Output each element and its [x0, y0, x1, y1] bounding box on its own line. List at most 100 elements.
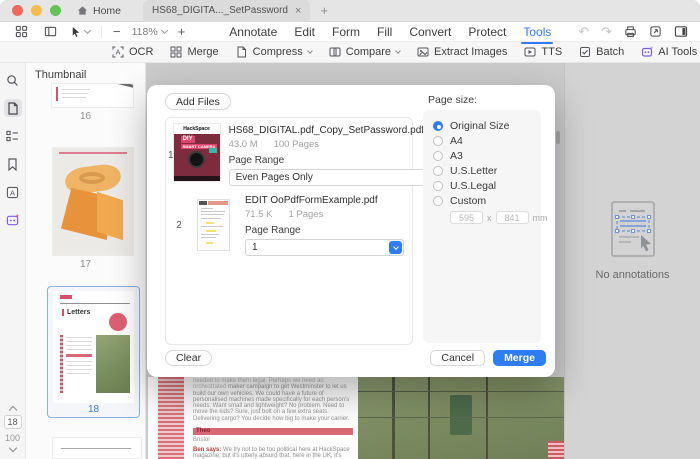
thumbnail-page-17-label: 17 [26, 259, 145, 270]
home-label: Home [93, 5, 121, 17]
file-1-page-range-select[interactable]: Even Pages Only [229, 169, 438, 186]
menu-tools[interactable]: Tools [523, 25, 551, 39]
ai-tools-button[interactable]: AI Tools [641, 46, 697, 58]
compare-button[interactable]: Compare [329, 46, 400, 58]
merge-tool-button[interactable]: Merge [170, 46, 218, 58]
thumbnail-page-16-label: 16 [26, 111, 145, 122]
tab-close-icon[interactable]: × [295, 5, 301, 17]
traffic-minimize-button[interactable] [31, 5, 42, 16]
grid-view-button[interactable] [12, 23, 30, 41]
page-up-icon[interactable] [8, 406, 16, 414]
merge-dialog: Add Files 1 HackSpace DIY SMART CAMERA [147, 85, 555, 377]
menu-convert[interactable]: Convert [409, 25, 451, 39]
share-icon[interactable] [649, 25, 662, 38]
zoom-level-dropdown[interactable]: 118% [132, 26, 167, 38]
cancel-button[interactable]: Cancel [430, 350, 485, 366]
custom-width-input[interactable] [450, 211, 483, 224]
file-2-page-range-label: Page Range [245, 225, 404, 236]
batch-button[interactable]: Batch [579, 46, 624, 58]
traffic-zoom-button[interactable] [50, 5, 61, 16]
radio-icon-selected[interactable] [433, 121, 443, 131]
menu-protect[interactable]: Protect [468, 25, 506, 39]
thumbnail-page-19[interactable] [53, 438, 141, 458]
app-window: Home HS68_DIGITA..._SetPassword × + − [0, 0, 700, 459]
merge-button[interactable]: Merge [493, 350, 546, 366]
ocr-button[interactable]: A OCR [112, 46, 153, 58]
file-row-2[interactable]: 2 [168, 194, 404, 256]
extract-images-button[interactable]: Extract Images [417, 46, 507, 58]
ai-assistant-panel-button[interactable] [4, 211, 22, 229]
merge-icon [170, 46, 182, 58]
left-icon-rail: A 18 100 [0, 63, 26, 459]
radio-a4[interactable]: A4 [433, 134, 541, 148]
radio-us-legal[interactable]: U.S.Legal [433, 179, 541, 193]
no-annotations-text: No annotations [596, 269, 670, 281]
traffic-close-button[interactable] [12, 5, 23, 16]
extract-images-icon [417, 46, 429, 58]
chevron-down-icon [395, 48, 401, 54]
undo-button[interactable]: ↶ [578, 24, 589, 40]
file-1-size: 43.0 M [229, 139, 258, 150]
menu-form[interactable]: Form [332, 25, 360, 39]
batch-icon [579, 46, 591, 58]
search-icon[interactable] [4, 71, 22, 89]
merge-file-list: 1 HackSpace DIY SMART CAMERA HS68_DIGITA… [165, 117, 413, 345]
file-2-pages: 1 Pages [288, 209, 323, 220]
file-2-select-chevron-button[interactable] [389, 241, 402, 254]
scrollbar-handle[interactable] [556, 131, 560, 144]
menu-edit[interactable]: Edit [294, 25, 315, 39]
annotation-panel-button[interactable]: A [4, 183, 22, 201]
page-corner-stripe [548, 441, 564, 459]
page-navigator: 18 100 [4, 407, 22, 459]
add-files-button[interactable]: Add Files [165, 93, 231, 110]
bookmark-panel-button[interactable] [4, 155, 22, 173]
radio-icon[interactable] [433, 151, 443, 161]
sidebar-toggle-button[interactable] [41, 23, 59, 41]
zoom-out-button[interactable]: − [113, 25, 121, 38]
svg-text:A: A [116, 50, 121, 57]
current-page-input[interactable]: 18 [4, 415, 22, 429]
thumbnail-page-18-selected[interactable]: Letters 18 [47, 286, 140, 418]
menu-fill[interactable]: Fill [377, 25, 392, 39]
radio-icon[interactable] [433, 181, 443, 191]
radio-original-size[interactable]: Original Size [433, 119, 541, 133]
radio-a3[interactable]: A3 [433, 149, 541, 163]
layout-panel-button[interactable] [674, 25, 688, 38]
home-button[interactable]: Home [77, 5, 121, 17]
total-pages-label: 100 [5, 433, 20, 443]
radio-icon[interactable] [433, 196, 443, 206]
thumb18-badge [109, 313, 127, 331]
new-tab-button[interactable]: + [320, 3, 328, 18]
radio-us-letter[interactable]: U.S.Letter [433, 164, 541, 178]
compress-button[interactable]: Compress [236, 46, 312, 58]
outline-panel-button[interactable] [4, 127, 22, 145]
clear-button[interactable]: Clear [165, 350, 212, 366]
menu-annotate[interactable]: Annotate [229, 25, 277, 39]
tts-button[interactable]: TTS [524, 46, 562, 58]
page-down-icon[interactable] [8, 444, 16, 452]
radio-icon[interactable] [433, 136, 443, 146]
custom-height-input[interactable] [496, 211, 529, 224]
merge-tool-label: Merge [187, 46, 218, 58]
ocr-icon: A [112, 46, 124, 58]
thumbnail-page-17[interactable] [53, 148, 133, 255]
select-tool-button[interactable] [70, 26, 90, 38]
print-button[interactable] [624, 25, 637, 38]
file-row-1[interactable]: 1 HackSpace DIY SMART CAMERA HS68_DIGITA… [168, 124, 404, 186]
annotations-panel: No annotations [564, 63, 700, 459]
radio-icon[interactable] [433, 166, 443, 176]
zoom-in-button[interactable]: + [178, 25, 186, 38]
chevron-down-icon [84, 26, 91, 33]
thumbnail-panel-button[interactable] [4, 99, 22, 117]
radio-custom[interactable]: Custom [433, 194, 541, 208]
ocr-label: OCR [129, 46, 153, 58]
chevron-down-icon [307, 48, 313, 54]
file-2-page-range-select[interactable]: 1 [245, 239, 404, 256]
file-2-size: 71.5 K [245, 209, 272, 220]
thumbnail-page-16[interactable] [52, 84, 133, 107]
compress-icon [236, 46, 248, 58]
document-tab[interactable]: HS68_DIGITA..._SetPassword × [143, 0, 310, 22]
redo-button[interactable]: ↷ [601, 24, 612, 40]
compare-label: Compare [346, 46, 391, 58]
cursor-icon [70, 26, 81, 38]
